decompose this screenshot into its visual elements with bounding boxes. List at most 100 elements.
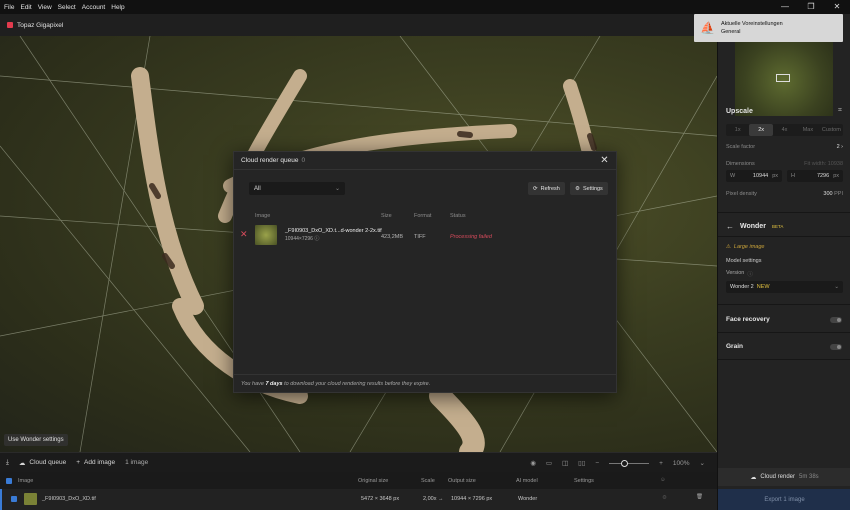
export-button[interactable]: Export 1 image xyxy=(718,489,850,510)
table-row[interactable]: _F9I0903_DxO_XD.tif 5472 × 3648 px 2,00x… xyxy=(0,489,717,510)
image-list-header: Image Original size Scale Output size AI… xyxy=(0,472,717,489)
refresh-icon: ⟳ xyxy=(533,185,538,192)
height-value[interactable]: 7296 xyxy=(817,173,829,179)
warning-text: Large image xyxy=(733,244,765,250)
zoom-slider-knob[interactable] xyxy=(621,459,629,467)
version-select[interactable]: Wonder 2 NEW ⌄ xyxy=(726,281,843,293)
add-image-button[interactable]: + Add image xyxy=(76,459,115,466)
split-view-icon[interactable]: ◫ xyxy=(562,459,568,467)
model-header[interactable]: ← Wonder BETA xyxy=(726,222,783,231)
width-value[interactable]: 10944 xyxy=(753,173,768,179)
single-view-icon[interactable]: ▭ xyxy=(546,459,552,467)
zoom-out-icon[interactable]: − xyxy=(595,460,599,467)
footer-days: 7 days xyxy=(265,380,283,387)
info-icon[interactable]: ⓘ xyxy=(314,236,319,242)
remove-icon[interactable]: ✕ xyxy=(240,230,248,239)
eye-icon[interactable]: ◉ xyxy=(530,459,536,467)
height-label: H xyxy=(791,173,795,179)
minimize-icon[interactable]: — xyxy=(772,0,798,14)
filter-value: All xyxy=(254,185,261,192)
row-output-size: 10944 × 7296 px xyxy=(451,496,493,502)
grain-toggle[interactable] xyxy=(830,344,842,350)
settings-button[interactable]: ⚙ Settings xyxy=(570,182,608,195)
cloud-queue-button[interactable]: ☁ Cloud queue xyxy=(19,459,66,467)
maximize-icon[interactable]: ❐ xyxy=(798,0,824,14)
back-arrow-icon[interactable]: ← xyxy=(726,222,734,231)
scale-max[interactable]: Max xyxy=(796,124,819,136)
queue-row[interactable]: ✕ _F9I0903_DxO_XD.t...d-wonder 2-2x.tif … xyxy=(234,222,616,250)
menu-edit[interactable]: Edit xyxy=(20,4,31,11)
version-row: Version ⓘ xyxy=(726,270,753,278)
queue-thumbnail xyxy=(255,225,277,245)
col-settings: Settings xyxy=(574,478,594,484)
menu-help[interactable]: Help xyxy=(111,4,124,11)
bottom-toolbar: ⤓ ☁ Cloud queue + Add image 1 image ◉ ▭ … xyxy=(0,452,717,472)
queue-count: 0 xyxy=(301,157,306,164)
warning-icon: ⚠ xyxy=(726,244,731,250)
pixel-density-row: Pixel density 300 PPI xyxy=(726,191,843,197)
zoom-slider[interactable] xyxy=(609,459,650,467)
image-count: 1 image xyxy=(125,459,149,466)
footer-pre: You have xyxy=(241,380,264,387)
use-wonder-settings-chip[interactable]: Use Wonder settings xyxy=(4,434,68,446)
row-checkbox[interactable] xyxy=(11,496,17,502)
scale-4x[interactable]: 4x xyxy=(773,124,796,136)
col-status: Status xyxy=(450,213,466,219)
close-icon[interactable]: ✕ xyxy=(599,155,610,166)
close-window-icon[interactable]: ✕ xyxy=(824,0,850,14)
refresh-button[interactable]: ⟳ Refresh xyxy=(528,182,565,195)
pixel-density-label: Pixel density xyxy=(726,191,757,197)
zoom-tools: ◉ ▭ ◫ ▯▯ − + 100% ⌄ xyxy=(530,453,705,473)
density-unit[interactable]: PPI xyxy=(834,191,843,197)
cloud-queue-label: Cloud queue xyxy=(29,459,67,466)
zoom-level[interactable]: 100% xyxy=(673,460,690,467)
large-image-warning: ⚠ Large image xyxy=(726,244,764,250)
height-unit[interactable]: px xyxy=(833,173,839,179)
model-name: Wonder xyxy=(740,223,766,230)
app-brand: Topaz Gigapixel xyxy=(7,22,63,29)
scale-1x[interactable]: 1x xyxy=(726,124,749,136)
status-filter-select[interactable]: All ⌄ xyxy=(249,182,345,195)
col-image: Image xyxy=(255,213,271,219)
row-filename: _F9I0903_DxO_XD.tif xyxy=(42,496,96,502)
cloud-icon: ☁ xyxy=(750,474,757,481)
row-thumbnail xyxy=(24,493,37,505)
info-icon[interactable]: ⓘ xyxy=(747,270,753,278)
row-settings-icon[interactable]: ⚙ xyxy=(662,495,667,501)
row-scale: 2,00x → xyxy=(423,496,444,502)
preview-viewport[interactable] xyxy=(776,74,790,82)
cloud-render-button[interactable]: ☁ Cloud render 5m 38s xyxy=(718,468,850,486)
select-all-checkbox[interactable] xyxy=(6,478,12,484)
dialog-title: Cloud render queue xyxy=(241,157,299,164)
chevron-right-icon[interactable]: › xyxy=(841,144,843,150)
scale-factor-value[interactable]: 2 xyxy=(837,144,840,150)
width-unit[interactable]: px xyxy=(772,173,778,179)
menu-select[interactable]: Select xyxy=(58,4,76,11)
chevron-down-icon: ⌄ xyxy=(334,186,340,192)
scale-custom[interactable]: Custom xyxy=(820,124,843,136)
face-recovery-toggle[interactable] xyxy=(830,317,842,323)
menu-view[interactable]: View xyxy=(38,4,52,11)
col-size: Size xyxy=(381,213,392,219)
chevron-down-icon[interactable]: ⌄ xyxy=(700,459,705,467)
navigator-preview[interactable] xyxy=(735,38,833,116)
zoom-in-icon[interactable]: + xyxy=(659,460,663,467)
trash-icon[interactable]: 🗑 xyxy=(696,494,703,500)
smile-icon[interactable]: ☺ xyxy=(660,477,666,483)
crop-icon[interactable]: ⌗ xyxy=(838,107,842,115)
download-icon[interactable]: ⤓ xyxy=(6,459,9,467)
side-by-side-icon[interactable]: ▯▯ xyxy=(578,459,585,467)
upscale-title: Upscale xyxy=(726,108,753,115)
side-panel: Upscale ⌗ 1x 2x 4x Max Custom Scale fact… xyxy=(717,14,850,510)
col-output-size: Output size xyxy=(448,478,476,484)
height-field[interactable]: H 7296 px xyxy=(787,170,843,182)
app-title: Topaz Gigapixel xyxy=(17,21,64,29)
width-field[interactable]: W 10944 px xyxy=(726,170,782,182)
scale-2x[interactable]: 2x xyxy=(749,124,773,136)
cloud-icon: ☁ xyxy=(18,459,26,467)
scale-factor-label: Scale factor xyxy=(726,144,756,150)
menu-account[interactable]: Account xyxy=(82,4,106,11)
pixel-density-value[interactable]: 300 xyxy=(823,191,832,197)
queue-dims: 10944×7296 xyxy=(285,236,313,242)
menu-file[interactable]: File xyxy=(4,4,14,11)
